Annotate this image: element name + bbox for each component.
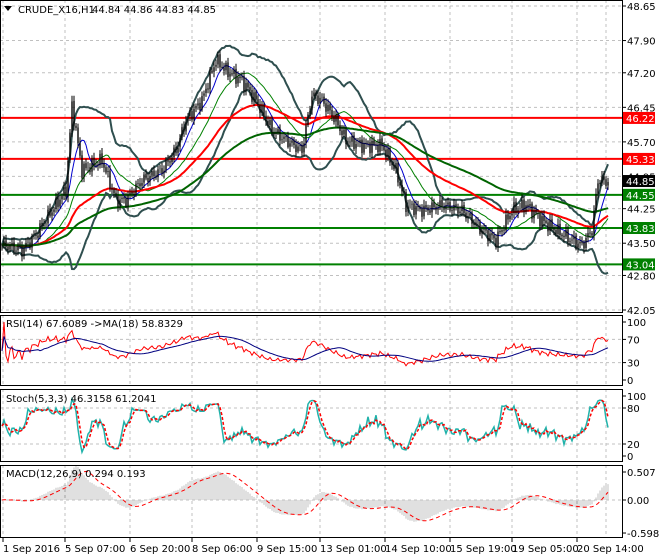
time-tick-label: 14 Sep 10:00 [385, 544, 452, 555]
sub-indicators [1, 321, 609, 522]
level-label: 46.22 [626, 114, 655, 125]
ohlc-readout: 44.84 44.86 44.83 44.85 [92, 5, 216, 16]
macd-tick-label: 0.00 [627, 496, 649, 507]
rsi-ma-line [1, 335, 609, 362]
rsi-tick-label: 0 [627, 376, 633, 387]
time-tick-label: 1 Sep 2016 [3, 544, 60, 555]
stoch-title: Stoch(5,3,3) 46.3158 61.2041 [6, 394, 157, 405]
stoch-tick-label: 80 [627, 404, 640, 415]
time-tick-label: 20 Sep 14:00 [577, 544, 644, 555]
rsi-tick-label: 100 [627, 318, 646, 329]
panel-frames [0, 0, 623, 538]
macd-title: MACD(12,26,9) 0.294 0.193 [6, 469, 146, 480]
rsi-tick-label: 30 [627, 359, 640, 370]
stoch-tick-label: 100 [627, 392, 646, 403]
current-price-label: 44.85 [626, 177, 655, 188]
price-tick-label: 47.20 [627, 69, 656, 80]
trading-chart[interactable]: 48.6547.9047.2046.4545.7044.9544.2543.50… [0, 0, 660, 560]
macd-tick-label: -0.598 [627, 529, 659, 540]
time-tick-label: 8 Sep 06:00 [192, 544, 252, 555]
price-tick-label: 47.90 [627, 37, 656, 48]
price-tick-label: 44.25 [627, 205, 656, 216]
chart-title: CRUDE_X16,H1 [18, 5, 95, 16]
rsi-title: RSI(14) 67.6089 ->MA(18) 58.8329 [6, 319, 183, 330]
level-label: 45.33 [626, 155, 655, 166]
level-label: 43.04 [626, 260, 655, 271]
time-tick-label: 6 Sep 20:00 [130, 544, 190, 555]
rsi-tick-label: 70 [627, 335, 640, 346]
price-tick-label: 43.50 [627, 239, 656, 250]
price-tick-label: 42.80 [627, 271, 656, 282]
time-tick-label: 5 Sep 07:00 [65, 544, 125, 555]
grid [0, 0, 622, 537]
time-tick-label: 9 Sep 15:00 [257, 544, 317, 555]
stoch-tick-label: 20 [627, 440, 640, 451]
price-tick-label: 45.70 [627, 138, 656, 149]
dropdown-arrow-icon[interactable] [4, 6, 12, 11]
stoch-tick-label: 0 [627, 452, 633, 463]
time-tick-label: 13 Sep 01:00 [320, 544, 387, 555]
time-tick-label: 15 Sep 19:00 [450, 544, 517, 555]
macd-tick-label: 0.507 [627, 468, 656, 479]
price-tick-label: 48.65 [627, 2, 656, 13]
level-label: 43.83 [626, 224, 655, 235]
price-tick-label: 42.05 [627, 306, 656, 317]
level-label: 44.55 [626, 191, 655, 202]
time-tick-label: 19 Sep 05:00 [512, 544, 579, 555]
